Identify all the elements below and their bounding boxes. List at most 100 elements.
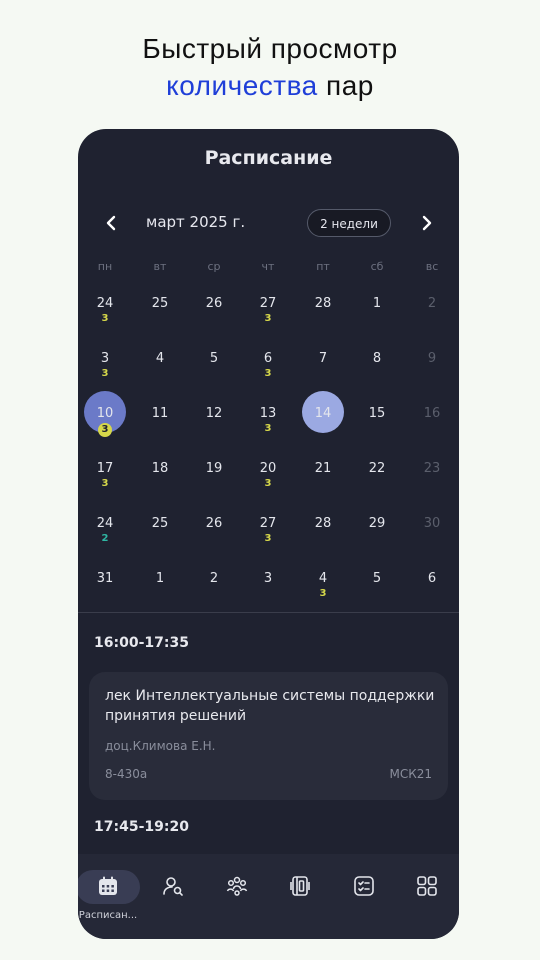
day-number: 1 xyxy=(155,571,165,586)
day-number: 25 xyxy=(151,296,169,311)
calendar-day[interactable]: 63 xyxy=(246,346,290,396)
lesson-count: 3 xyxy=(264,478,272,489)
next-month-button[interactable] xyxy=(414,211,438,235)
calendar-day[interactable]: 24 2 xyxy=(83,511,127,561)
calendar-day[interactable]: 1 xyxy=(355,291,399,341)
calendar-day[interactable]: 5 xyxy=(355,566,399,616)
lesson-count: 3 xyxy=(264,368,272,379)
day-number: 4 xyxy=(318,571,328,586)
calendar-day[interactable]: 14 xyxy=(301,391,345,451)
calendar-day[interactable]: 5 xyxy=(192,346,236,396)
promo-headline: Быстрый просмотр количества пар xyxy=(0,30,540,104)
day-number: 1 xyxy=(372,296,382,311)
tab-tasks[interactable] xyxy=(334,868,394,924)
calendar-day[interactable]: 2 xyxy=(410,291,454,341)
calendar-day[interactable]: 6 xyxy=(410,566,454,616)
phone-screen: Расписание март 2025 г. 2 недели пн вт ср ч… xyxy=(78,129,459,939)
calendar-day[interactable]: 27 3 xyxy=(246,291,290,341)
chevron-left-icon xyxy=(106,215,116,231)
weekday-label: сб xyxy=(370,260,384,273)
day-number: 10 xyxy=(96,406,114,421)
day-number: 24 xyxy=(96,516,114,531)
lesson-count: 3 xyxy=(264,533,272,544)
tab-teachers[interactable] xyxy=(143,868,203,924)
calendar-day[interactable]: 17 3 xyxy=(83,456,127,506)
calendar-day[interactable]: 10 3 xyxy=(83,391,127,451)
calendar-day[interactable]: 18 xyxy=(138,456,182,506)
day-number: 15 xyxy=(368,406,386,421)
day-number: 3 xyxy=(263,571,273,586)
day-number: 27 xyxy=(259,516,277,531)
calendar-day[interactable]: 21 xyxy=(301,456,345,506)
tab-rooms[interactable] xyxy=(270,868,330,924)
calendar-day[interactable]: 23 xyxy=(410,456,454,506)
calendar-day[interactable]: 28 xyxy=(301,511,345,561)
calendar-day[interactable]: 7 xyxy=(301,346,345,396)
rooms-icon xyxy=(290,876,310,896)
calendar-day[interactable]: 19 xyxy=(192,456,236,506)
promo-accent: количества xyxy=(166,70,318,101)
calendar-day[interactable]: 12 xyxy=(192,401,236,451)
day-number: 8 xyxy=(372,351,382,366)
lesson-subject: лек Интеллектуальные системы поддержки п… xyxy=(105,688,435,724)
lesson-count: 3 xyxy=(98,423,112,437)
calendar-day[interactable]: 30 xyxy=(410,511,454,561)
weekday-label: вт xyxy=(153,260,167,273)
calendar-day[interactable]: 27 3 xyxy=(246,511,290,561)
divider xyxy=(78,612,459,613)
calendar-day[interactable]: 26 xyxy=(192,511,236,561)
calendar-day[interactable]: 29 xyxy=(355,511,399,561)
calendar-week: 17 3 18 19 20 3 21 22 23 xyxy=(78,456,459,511)
calendar-day[interactable]: 33 xyxy=(83,346,127,396)
prev-month-button[interactable] xyxy=(100,211,124,235)
calendar-day[interactable]: 3 xyxy=(246,566,290,616)
day-number: 23 xyxy=(423,461,441,476)
day-number: 29 xyxy=(368,516,386,531)
apps-grid-icon xyxy=(417,876,437,896)
calendar-day[interactable]: 1 xyxy=(138,566,182,616)
calendar-day[interactable]: 4 xyxy=(138,346,182,396)
day-number: 20 xyxy=(259,461,277,476)
lesson-count-badge: 2 xyxy=(83,533,127,544)
lesson-count: 3 xyxy=(319,588,327,599)
day-number: 4 xyxy=(155,351,165,366)
calendar-icon xyxy=(99,876,117,895)
calendar-day[interactable]: 24 3 xyxy=(83,291,127,341)
range-toggle-button[interactable]: 2 недели xyxy=(307,209,391,237)
calendar-day[interactable]: 20 3 xyxy=(246,456,290,506)
day-number: 6 xyxy=(263,351,273,366)
calendar-day[interactable]: 43 xyxy=(301,566,345,616)
tab-schedule[interactable]: Расписан... xyxy=(78,868,140,924)
calendar-day[interactable]: 2 xyxy=(192,566,236,616)
bottom-tab-bar: Расписан... xyxy=(78,854,459,939)
calendar-day[interactable]: 25 xyxy=(138,511,182,561)
calendar-day[interactable]: 26 xyxy=(192,291,236,341)
calendar-day[interactable]: 13 3 xyxy=(246,401,290,451)
day-number: 18 xyxy=(151,461,169,476)
lesson-count: 3 xyxy=(264,313,272,324)
lesson-count-badge: 3 xyxy=(83,313,127,324)
day-number: 12 xyxy=(205,406,223,421)
lesson-card[interactable]: лек Интеллектуальные системы поддержки п… xyxy=(89,672,448,800)
lesson-count-badge: 3 xyxy=(246,478,290,489)
lesson-count-badge: 3 xyxy=(83,368,127,379)
groups-icon xyxy=(226,876,248,896)
tab-groups[interactable] xyxy=(207,868,267,924)
calendar-day[interactable]: 16 xyxy=(410,401,454,451)
calendar-day[interactable]: 31 xyxy=(83,566,127,616)
lesson-count: 3 xyxy=(101,368,109,379)
tab-apps[interactable] xyxy=(397,868,457,924)
chevron-right-icon xyxy=(422,215,432,231)
day-number: 21 xyxy=(314,461,332,476)
calendar-day[interactable]: 22 xyxy=(355,456,399,506)
weekday-label: вс xyxy=(425,260,439,273)
month-label[interactable]: март 2025 г. xyxy=(146,213,245,231)
day-number: 5 xyxy=(209,351,219,366)
calendar-day[interactable]: 25 xyxy=(138,291,182,341)
calendar-day[interactable]: 9 xyxy=(410,346,454,396)
calendar-day[interactable]: 8 xyxy=(355,346,399,396)
calendar-day[interactable]: 28 xyxy=(301,291,345,341)
calendar-day[interactable]: 11 xyxy=(138,401,182,451)
calendar-day[interactable]: 15 xyxy=(355,401,399,451)
day-number: 14 xyxy=(314,406,332,421)
